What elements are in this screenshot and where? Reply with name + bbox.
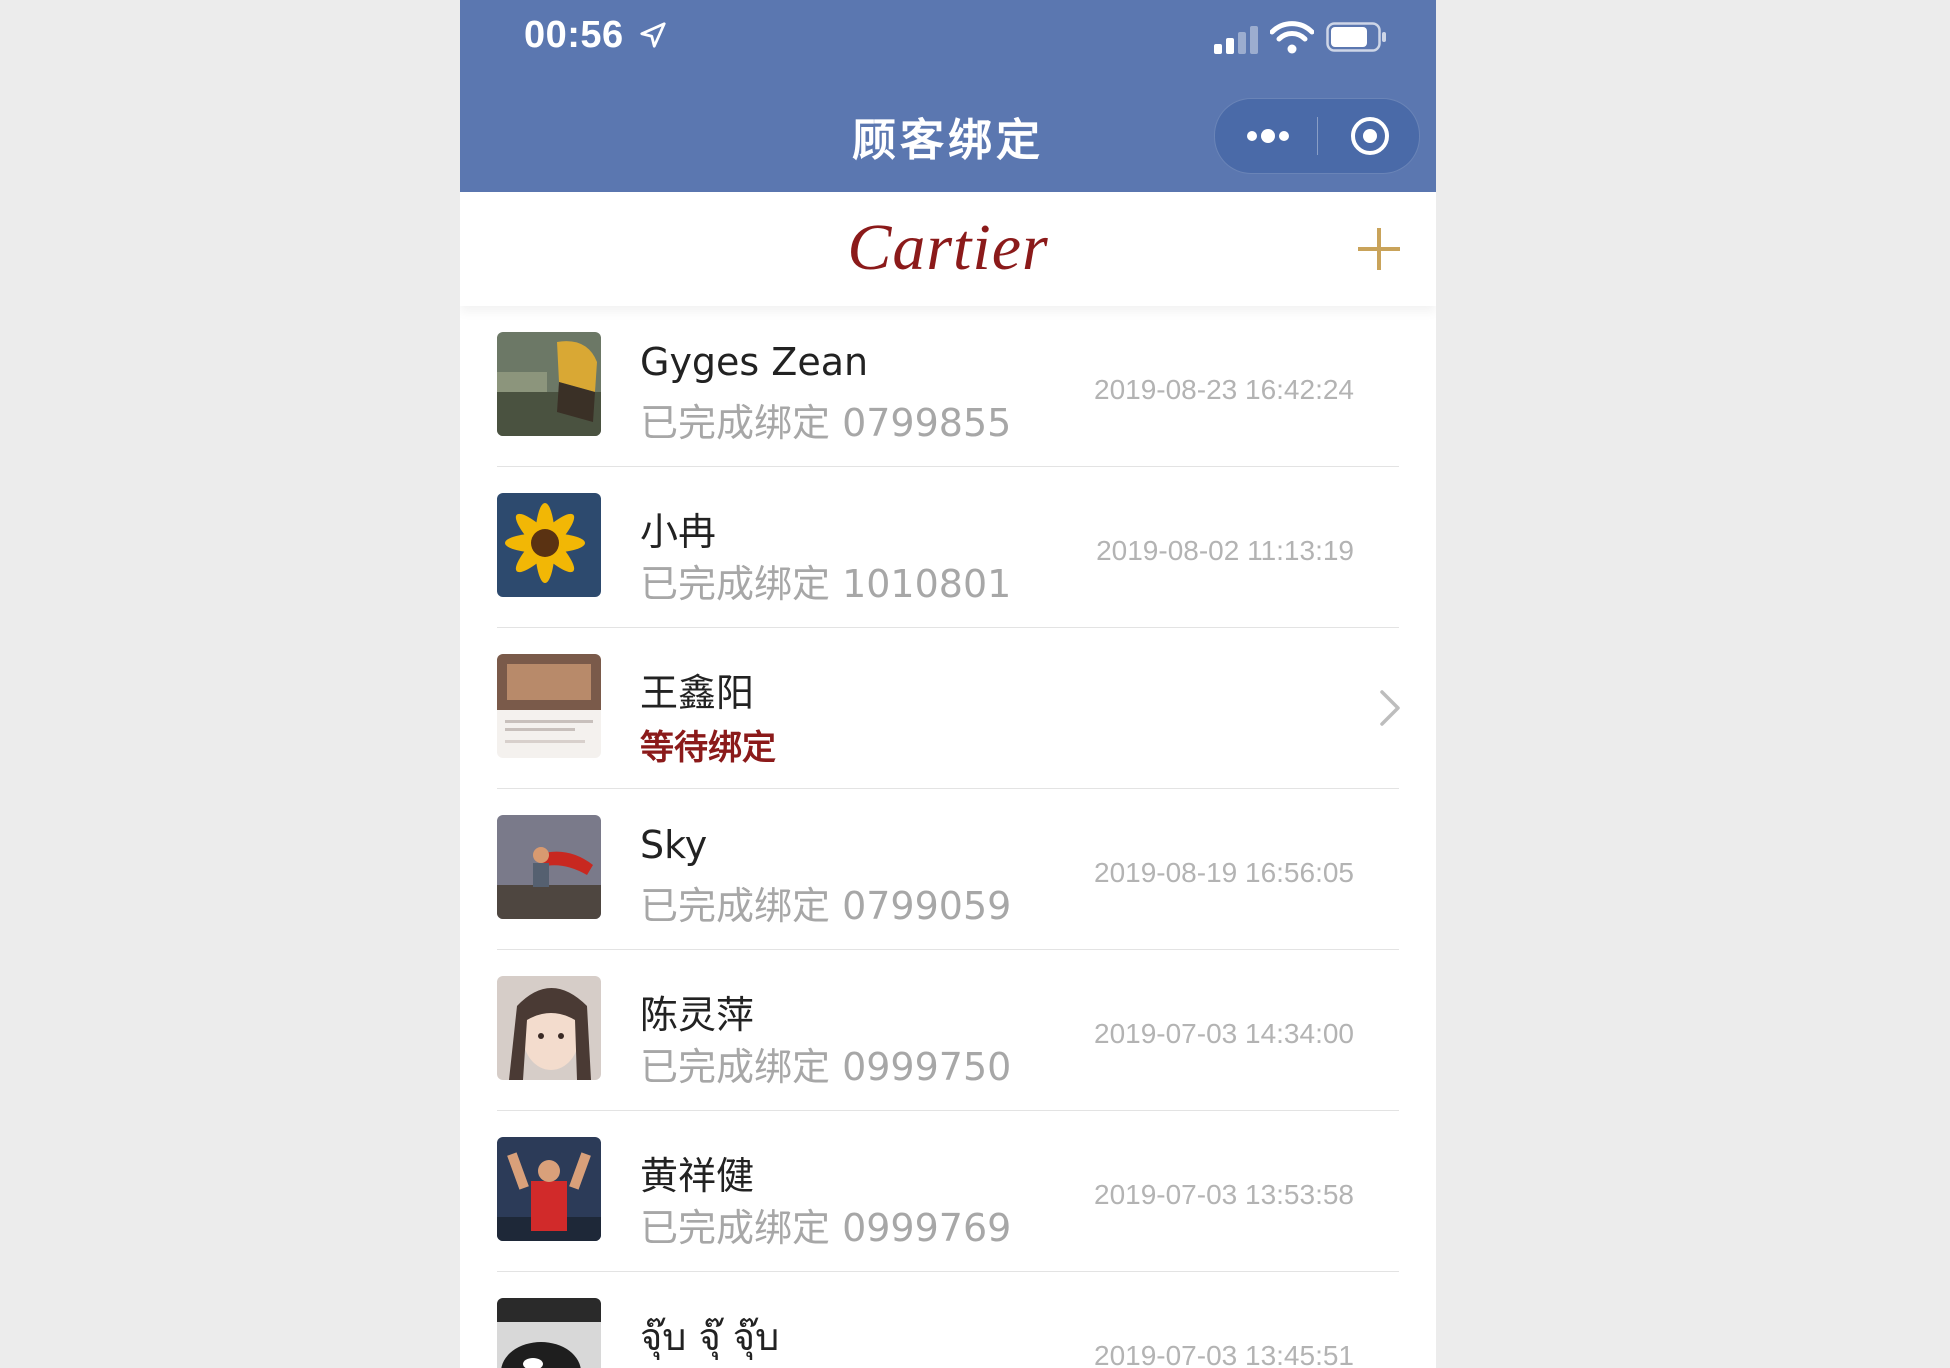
timestamp: 2019-07-03 13:53:58 — [1094, 1179, 1354, 1210]
signal-icon — [1214, 26, 1258, 54]
binding-status: 已完成绑定 1010801 — [640, 562, 1012, 606]
customer-name: 小冉 — [640, 510, 717, 554]
customer-name: จุ๊บ จุ๊ จุ๊บ — [640, 1315, 780, 1359]
customer-name: 王鑫阳 — [640, 671, 755, 715]
list-item[interactable]: 王鑫阳 等待绑定 — [460, 628, 1436, 789]
avatar — [497, 493, 601, 597]
timestamp: 2019-07-03 14:34:00 — [1094, 1018, 1354, 1049]
timestamp: 2019-07-03 13:45:51 — [1094, 1340, 1354, 1368]
avatar — [497, 815, 601, 919]
timestamp: 2019-08-19 16:56:05 — [1094, 857, 1354, 888]
close-target-icon[interactable] — [1349, 115, 1391, 157]
list-item[interactable]: 黄祥健 已完成绑定 0999769 2019-07-03 13:53:58 — [460, 1111, 1436, 1272]
avatar — [497, 1298, 601, 1368]
binding-status: 已完成绑定 0999769 — [640, 1206, 1012, 1250]
customer-name: 黄祥健 — [640, 1154, 755, 1198]
status-time: 00:56 — [524, 14, 624, 56]
wifi-icon — [1270, 21, 1314, 54]
timestamp: 2019-08-02 11:13:19 — [1096, 535, 1354, 566]
top-bar: 00:56 顾客绑定 — [460, 0, 1436, 192]
phone-screen: 00:56 顾客绑定 Cartier Gyges Zean 已完成绑定 0799… — [460, 0, 1436, 1368]
avatar — [497, 976, 601, 1080]
list-item[interactable]: จุ๊บ จุ๊ จุ๊บ 2019-07-03 13:45:51 — [460, 1272, 1436, 1368]
binding-status-pending: 等待绑定 — [640, 728, 776, 768]
binding-status: 已完成绑定 0799059 — [640, 884, 1012, 928]
avatar — [497, 332, 601, 436]
avatar — [497, 1137, 601, 1241]
list-item[interactable]: Gyges Zean 已完成绑定 0799855 2019-08-23 16:4… — [460, 306, 1436, 467]
list-item[interactable]: 陈灵萍 已完成绑定 0999750 2019-07-03 14:34:00 — [460, 950, 1436, 1111]
capsule-divider — [1317, 117, 1318, 155]
battery-icon — [1326, 22, 1386, 52]
binding-status: 已完成绑定 0799855 — [640, 401, 1012, 445]
more-icon[interactable] — [1245, 127, 1291, 145]
customer-name: 陈灵萍 — [640, 993, 755, 1037]
location-arrow-icon — [640, 22, 666, 48]
timestamp: 2019-08-23 16:42:24 — [1094, 374, 1354, 405]
binding-status: 已完成绑定 0999750 — [640, 1045, 1012, 1089]
brand-logo: Cartier — [847, 211, 1049, 284]
chevron-right-icon[interactable] — [1378, 688, 1402, 728]
customer-name: Gyges Zean — [640, 340, 869, 384]
list-item[interactable]: Sky 已完成绑定 0799059 2019-08-19 16:56:05 — [460, 789, 1436, 950]
list-item[interactable]: 小冉 已完成绑定 1010801 2019-08-02 11:13:19 — [460, 467, 1436, 628]
add-icon[interactable] — [1356, 226, 1402, 272]
customer-list: Gyges Zean 已完成绑定 0799855 2019-08-23 16:4… — [460, 306, 1436, 1368]
avatar — [497, 654, 601, 758]
mini-program-capsule — [1214, 98, 1420, 174]
customer-name: Sky — [640, 823, 708, 867]
brand-header: Cartier — [460, 192, 1436, 306]
